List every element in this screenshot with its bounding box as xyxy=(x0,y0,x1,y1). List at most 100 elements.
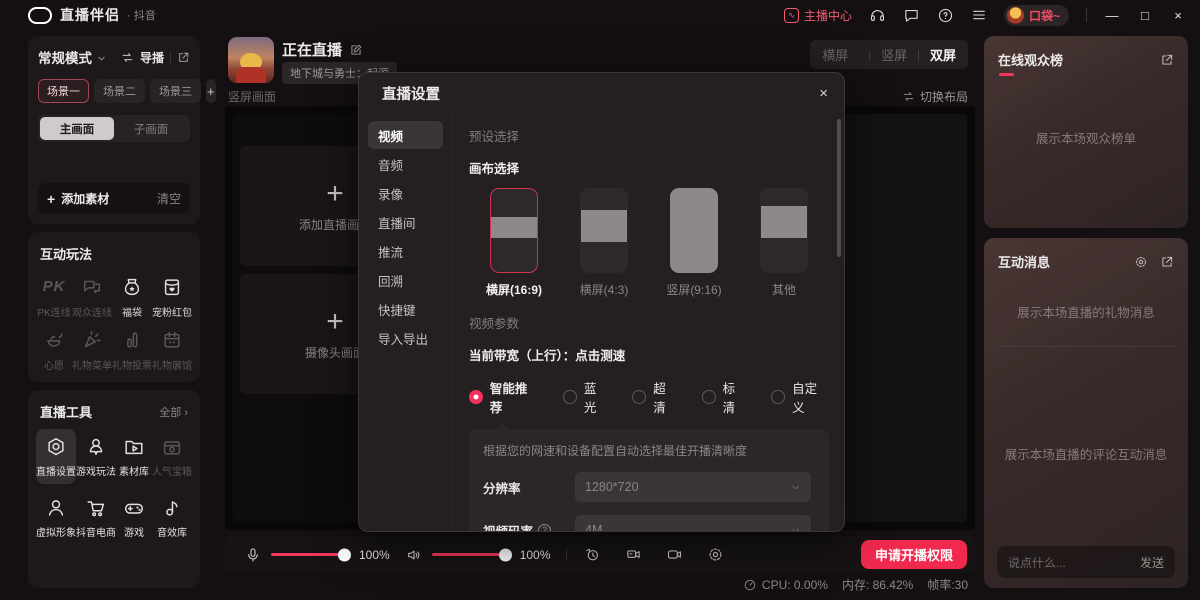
bitrate-label: 视频码率? xyxy=(483,521,575,533)
quality-sd[interactable]: 标清 xyxy=(702,378,747,416)
canvas-option-4-3[interactable]: 横屏(4:3) xyxy=(559,188,649,298)
tool-game-play[interactable]: 游戏玩法 xyxy=(76,429,116,484)
add-scene-button[interactable]: + xyxy=(206,79,216,103)
user-account-button[interactable]: 口袋~ xyxy=(1004,5,1069,26)
tab-recording[interactable]: 录像 xyxy=(368,179,443,207)
interact-item-fan-redpacket[interactable]: 宠粉红包 xyxy=(152,276,192,319)
tool-sound-library[interactable]: 音效库 xyxy=(152,490,192,545)
audience-empty-text: 展示本场观众榜单 xyxy=(984,128,1188,147)
sub-view-tab[interactable]: 子画面 xyxy=(114,117,188,140)
tab-video[interactable]: 视频 xyxy=(368,121,443,149)
resolution-dropdown[interactable]: 1280*720 xyxy=(575,472,811,502)
layout-landscape-tab[interactable]: 横屏 xyxy=(822,45,848,64)
camera-icon[interactable] xyxy=(666,546,683,563)
interact-item-wish[interactable]: 心愿 xyxy=(36,329,72,372)
comment-empty-text: 展示本场直播的评论互动消息 xyxy=(984,444,1188,463)
scene-tab-3[interactable]: 场景三 xyxy=(150,79,201,103)
add-material-row[interactable]: + 添加素材 清空 xyxy=(38,183,190,214)
bitrate-dropdown[interactable]: 4M xyxy=(575,515,811,532)
window-close-button[interactable]: × xyxy=(1170,8,1186,23)
canvas-option-9-16[interactable]: 竖屏(9:16) xyxy=(649,188,739,298)
canvas-option-other[interactable]: 其他 xyxy=(739,188,829,298)
microphone-icon[interactable] xyxy=(245,547,261,563)
speed-test-icon[interactable] xyxy=(743,578,757,592)
modal-close-icon[interactable]: × xyxy=(819,85,828,102)
chat-placeholder: 说点什么... xyxy=(1008,554,1066,571)
speaker-icon[interactable] xyxy=(406,547,422,563)
tab-import-export[interactable]: 导入导出 xyxy=(368,324,443,352)
tools-all-link[interactable]: 全部 › xyxy=(159,404,188,420)
message-panel-title: 互动消息 xyxy=(998,252,1050,271)
quality-smart[interactable]: 智能推荐 xyxy=(469,378,539,416)
gear-icon[interactable] xyxy=(1134,255,1148,269)
tool-live-settings[interactable]: 直播设置 xyxy=(36,429,76,484)
anchor-center-button[interactable]: ∿ 主播中心 xyxy=(784,7,852,24)
headset-icon[interactable] xyxy=(869,7,886,24)
mic-volume-slider[interactable] xyxy=(271,553,349,556)
window-minimize-button[interactable]: — xyxy=(1104,8,1120,23)
modal-scrollbar[interactable] xyxy=(837,119,841,257)
help-icon[interactable]: ? xyxy=(538,524,551,533)
chat-input[interactable]: 说点什么... 发送 xyxy=(997,546,1175,578)
tools-title: 直播工具 xyxy=(40,402,92,421)
view-toggle: 主画面 子画面 xyxy=(38,115,190,142)
replay-icon[interactable] xyxy=(584,546,601,563)
interact-item-lucky-bag[interactable]: 福袋 xyxy=(112,276,152,319)
tool-popularity-box[interactable]: 人气宝箱 xyxy=(152,429,192,484)
bandwidth-test-link[interactable]: 点击测速 xyxy=(575,349,625,363)
popout-icon[interactable] xyxy=(1160,53,1174,67)
preset-section-label[interactable]: 预设选择 xyxy=(469,126,829,145)
chevron-down-icon xyxy=(790,525,801,533)
gift-box-icon xyxy=(161,329,183,351)
status-bar: CPU: 0.00% 内存: 86.42% 帧率:30 xyxy=(743,576,968,593)
interact-item-audience-link[interactable]: 观众连线 xyxy=(72,276,112,319)
audience-panel-title: 在线观众榜 xyxy=(998,50,1063,69)
interact-item-gift-gallery[interactable]: 礼物展馆 xyxy=(152,329,192,372)
tool-douyin-ecommerce[interactable]: 抖音电商 xyxy=(76,490,116,545)
layout-dual-tab[interactable]: 双屏 xyxy=(930,45,956,64)
help-icon[interactable] xyxy=(937,7,954,24)
quality-bluray[interactable]: 蓝光 xyxy=(563,378,608,416)
anchor-center-icon: ∿ xyxy=(784,8,799,23)
quality-custom[interactable]: 自定义 xyxy=(771,378,829,416)
window-maximize-button[interactable]: □ xyxy=(1137,8,1153,23)
tab-replay[interactable]: 回溯 xyxy=(368,266,443,294)
tab-audio[interactable]: 音频 xyxy=(368,150,443,178)
swap-icon xyxy=(121,51,134,64)
quality-uhd[interactable]: 超清 xyxy=(632,378,677,416)
divider xyxy=(998,346,1174,347)
tab-live-room[interactable]: 直播间 xyxy=(368,208,443,236)
scene-panel: 常规模式 导播 场景一 场景二 场景三 + 主画面 子画面 + 添加素材 清空 xyxy=(28,36,200,224)
monitor-icon[interactable] xyxy=(625,546,642,563)
edit-icon[interactable] xyxy=(349,43,363,57)
gear-icon[interactable] xyxy=(707,546,724,563)
menu-icon[interactable] xyxy=(971,7,987,23)
tool-virtual-avatar[interactable]: 虚拟形象 xyxy=(36,490,76,545)
send-button[interactable]: 发送 xyxy=(1140,554,1164,571)
apply-broadcast-button[interactable]: 申请开播权限 xyxy=(861,540,967,569)
speaker-volume-slider[interactable] xyxy=(432,553,510,556)
tool-game[interactable]: 游戏 xyxy=(116,490,152,545)
divider xyxy=(170,52,171,63)
layout-portrait-tab[interactable]: 竖屏 xyxy=(881,45,907,64)
director-button[interactable]: 导播 xyxy=(140,49,164,66)
popout-icon[interactable] xyxy=(1160,255,1174,269)
tool-material-library[interactable]: 素材库 xyxy=(116,429,152,484)
scene-tab-2[interactable]: 场景二 xyxy=(94,79,145,103)
interact-panel: 互动玩法 PK PK连线 观众连线 福袋 宠粉红包 心愿 礼物菜单 礼物投票 xyxy=(28,232,200,382)
interact-item-gift-vote[interactable]: 礼物投票 xyxy=(112,329,152,372)
chat-bubble-icon[interactable] xyxy=(903,7,920,24)
clear-button[interactable]: 清空 xyxy=(157,190,181,207)
tab-push-stream[interactable]: 推流 xyxy=(368,237,443,265)
mode-selector[interactable]: 常规模式 xyxy=(38,47,92,67)
popout-icon[interactable] xyxy=(177,51,190,64)
switch-layout-button[interactable]: 切换布局 xyxy=(902,88,968,105)
main-view-tab[interactable]: 主画面 xyxy=(40,117,114,140)
audience-chat-icon xyxy=(81,276,103,298)
tab-hotkeys[interactable]: 快捷键 xyxy=(368,295,443,323)
interact-item-pk[interactable]: PK PK连线 xyxy=(36,276,72,319)
interact-item-gift-menu[interactable]: 礼物菜单 xyxy=(72,329,112,372)
canvas-option-16-9[interactable]: 横屏(16:9) xyxy=(469,188,559,298)
scene-tab-1[interactable]: 场景一 xyxy=(38,79,89,103)
live-settings-modal: 直播设置 × 视频 音频 录像 直播间 推流 回溯 快捷键 导入导出 预设选择 … xyxy=(358,72,845,532)
